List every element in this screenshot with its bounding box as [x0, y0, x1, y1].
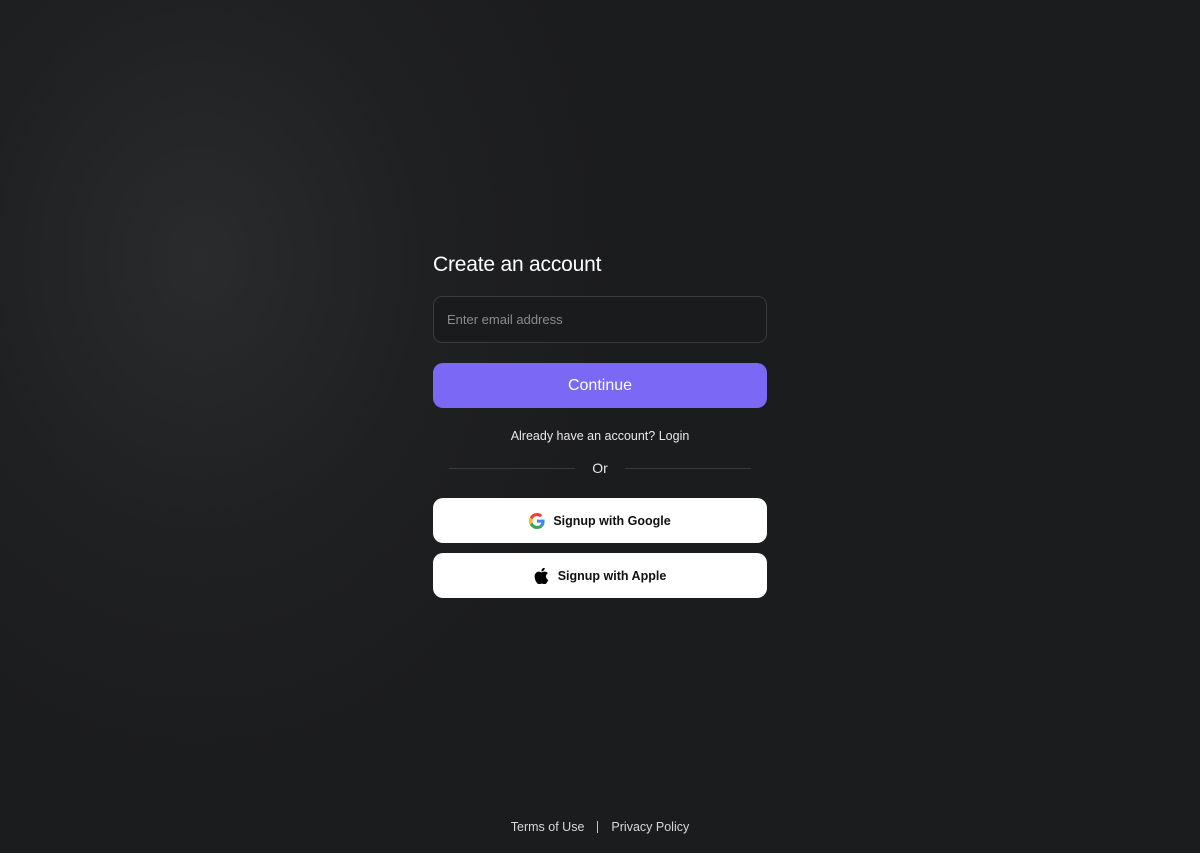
or-divider: Or: [433, 456, 767, 480]
privacy-policy-link[interactable]: Privacy Policy: [611, 820, 689, 834]
login-link[interactable]: Login: [659, 429, 690, 443]
signup-apple-button[interactable]: Signup with Apple: [433, 553, 767, 598]
signup-apple-label: Signup with Apple: [557, 568, 667, 583]
signup-google-button[interactable]: Signup with Google: [433, 498, 767, 543]
continue-button[interactable]: Continue: [433, 363, 767, 408]
signup-form: Create an account Continue Already have …: [433, 250, 767, 598]
terms-of-use-link[interactable]: Terms of Use: [511, 820, 585, 834]
divider-line-right: [625, 467, 751, 469]
email-field[interactable]: [433, 296, 767, 343]
apple-logo-icon: [534, 567, 550, 584]
login-prompt-text: Already have an account?: [510, 429, 659, 443]
divider-line-left: [449, 467, 575, 469]
divider-text: Or: [592, 460, 608, 476]
footer: Terms of Use Privacy Policy: [0, 820, 1200, 834]
footer-separator: [597, 821, 599, 833]
page-title: Create an account: [433, 253, 602, 276]
signup-google-label: Signup with Google: [553, 513, 671, 528]
google-logo-icon: [529, 512, 545, 529]
login-prompt: Already have an account? Login: [433, 428, 767, 444]
